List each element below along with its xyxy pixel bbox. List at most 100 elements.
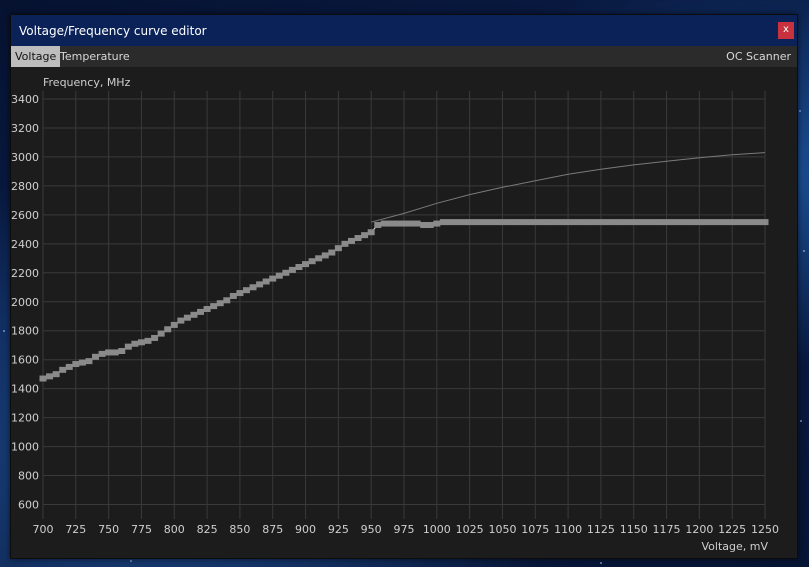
vf-curve-point: [374, 222, 382, 228]
vf-curve-point: [387, 220, 395, 227]
vf-curve-point: [85, 358, 93, 365]
x-tick-label: 900: [295, 523, 316, 536]
x-tick-label: 950: [361, 523, 382, 536]
x-tick-label: 700: [33, 523, 54, 536]
vf-curve-point: [531, 219, 539, 226]
x-tick-label: 925: [328, 523, 349, 536]
vf-curve-point: [446, 219, 454, 226]
vf-curve-point: [367, 229, 375, 236]
vf-curve-point: [92, 353, 100, 360]
x-tick-label: 1150: [620, 523, 648, 536]
vf-curve-point: [630, 219, 638, 226]
vf-curve-point: [334, 245, 342, 252]
vf-curve-point: [479, 219, 487, 226]
vf-curve-point: [164, 326, 172, 333]
vf-curve-point: [321, 252, 329, 259]
x-tick-label: 1250: [751, 523, 779, 536]
vf-curve-point: [702, 219, 710, 226]
vf-curve-point: [413, 220, 421, 227]
vf-curve-point: [302, 261, 310, 268]
vf-curve-point: [472, 219, 480, 226]
vf-curve-point: [584, 219, 592, 226]
vf-curve-point: [223, 297, 231, 304]
vf-curve-point: [676, 219, 684, 226]
vf-curve-point: [308, 258, 316, 265]
vf-curve-point: [498, 219, 506, 226]
vf-curve-point: [52, 371, 60, 378]
y-axis-label: Frequency, MHz: [43, 76, 131, 89]
y-tick-label: 3400: [11, 93, 39, 106]
vf-curve-point: [485, 219, 493, 226]
vf-curve-point: [380, 220, 388, 227]
vf-curve-point: [466, 219, 474, 226]
vf-curve-chart[interactable]: Frequency, MHz Voltage, mV 700 725 750 775 8…: [11, 15, 797, 558]
vf-curve-point: [754, 219, 762, 226]
vf-curve-point: [656, 219, 664, 226]
vf-curve-point: [46, 373, 54, 380]
vf-curve-point: [610, 219, 618, 226]
vf-curve-point: [453, 219, 461, 226]
vf-curve-point: [216, 300, 224, 307]
vf-curve-point: [111, 349, 119, 356]
vf-curve-point: [623, 219, 631, 226]
vf-curve-point: [72, 361, 80, 368]
vf-curve-point: [761, 219, 769, 226]
vf-curve-point: [492, 219, 500, 226]
vf-curve-point: [518, 219, 526, 226]
y-tick-label: 3000: [11, 151, 39, 164]
vf-curve-point: [151, 334, 159, 341]
x-tick-label: 1125: [587, 523, 615, 536]
vf-curve-point: [170, 321, 178, 328]
x-tick-label: 1200: [685, 523, 713, 536]
vf-curve-point: [354, 235, 362, 242]
vf-curve-point: [597, 219, 605, 226]
vf-curve-point: [229, 292, 237, 299]
vf-curve-point: [741, 219, 749, 226]
y-tick-label: 3200: [11, 122, 39, 135]
vf-curve-point: [242, 287, 250, 294]
vf-curve-point: [256, 281, 264, 288]
vf-curve-point: [328, 249, 336, 256]
vf-curve-point: [663, 219, 671, 226]
vf-curve-point: [682, 219, 690, 226]
y-tick-label: 2200: [11, 267, 39, 280]
x-tick-label: 850: [229, 523, 250, 536]
x-tick-label: 1075: [521, 523, 549, 536]
vf-curve-point: [728, 219, 736, 226]
vf-curve-point: [39, 375, 47, 382]
vf-curve-point: [571, 219, 579, 226]
vf-curve-point: [459, 219, 467, 226]
vf-curve-point: [98, 350, 106, 357]
x-tick-label: 975: [394, 523, 415, 536]
vf-curve-point: [564, 219, 572, 226]
vf-curve-point: [590, 219, 598, 226]
x-axis-label: Voltage, mV: [702, 540, 769, 553]
chart-grid: [42, 91, 766, 519]
y-tick-label: 2400: [11, 238, 39, 251]
y-tick-label: 2800: [11, 180, 39, 193]
x-tick-label: 1050: [488, 523, 516, 536]
vf-curve-point: [203, 306, 211, 312]
vf-curve-point: [65, 363, 73, 370]
vf-curve-point: [603, 219, 611, 226]
vf-curve-point: [617, 219, 625, 226]
vf-curve-point: [315, 255, 323, 262]
vf-curve-point: [295, 264, 303, 270]
vf-curve-point: [544, 219, 552, 226]
vf-curve-point: [288, 266, 296, 273]
y-tick-label: 1400: [11, 383, 39, 396]
y-tick-label: 1800: [11, 325, 39, 338]
vf-curve-point: [177, 317, 185, 324]
x-tick-label: 750: [98, 523, 119, 536]
y-tick-label: 1200: [11, 412, 39, 425]
x-tick-label: 725: [65, 523, 86, 536]
y-tick-label: 2600: [11, 209, 39, 222]
vf-curve-point: [512, 219, 520, 226]
vf-curve-point: [269, 275, 277, 282]
vf-curve-point: [190, 311, 198, 318]
y-tick-label: 1000: [11, 441, 39, 454]
vf-curve-point: [551, 219, 559, 226]
x-tick-label: 1025: [456, 523, 484, 536]
x-tick-label: 1000: [423, 523, 451, 536]
vf-curve-point: [341, 240, 349, 247]
